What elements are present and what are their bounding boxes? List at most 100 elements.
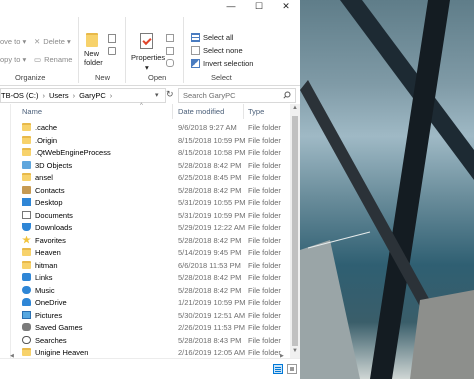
easy-access-icon[interactable] — [108, 47, 116, 55]
breadcrumb-drive[interactable]: TB-OS (C:) — [1, 91, 39, 100]
file-type: File folder — [248, 298, 281, 307]
scrollbar-thumb[interactable] — [292, 116, 298, 346]
column-header-date[interactable]: Date modified — [178, 107, 224, 116]
file-row[interactable]: Searches 5/28/2018 8:43 PM File folder — [10, 334, 290, 347]
scroll-down-icon[interactable]: ▼ — [292, 348, 298, 354]
favorites-icon — [22, 235, 31, 244]
move-to-button[interactable]: ove to ▾ — [0, 37, 26, 46]
rename-icon: ▭ — [34, 55, 42, 64]
new-folder-button[interactable]: New folder — [84, 49, 103, 67]
close-button[interactable]: ✕ — [272, 0, 300, 13]
group-divider — [78, 17, 79, 83]
address-history-chevron-icon[interactable]: ▾ — [155, 91, 159, 99]
file-date: 9/6/2018 9:27 AM — [178, 123, 237, 132]
chevron-right-icon[interactable]: › — [73, 91, 76, 100]
select-all-label: Select all — [203, 33, 234, 42]
column-divider[interactable] — [243, 104, 244, 119]
scroll-up-icon[interactable]: ▲ — [292, 105, 298, 111]
file-row[interactable]: hitman 6/6/2018 11:53 PM File folder — [10, 259, 290, 272]
file-row[interactable]: Saved Games 2/26/2019 11:53 PM File folder — [10, 321, 290, 334]
file-name: Desktop — [35, 198, 63, 207]
edit-icon[interactable] — [166, 47, 174, 55]
column-divider[interactable] — [172, 104, 173, 119]
file-row[interactable]: ansel 6/25/2018 8:45 PM File folder — [10, 171, 290, 184]
breadcrumb-users[interactable]: Users — [49, 91, 69, 100]
file-row[interactable]: Downloads 5/29/2019 12:22 AM File folder — [10, 221, 290, 234]
details-view-icon[interactable] — [273, 364, 283, 374]
file-explorer-window: — ☐ ✕ ove to ▾ opy to ▾ ✕ Delete ▾ ▭ Ren… — [0, 0, 300, 379]
file-date: 5/14/2019 9:45 PM — [178, 248, 242, 257]
open-icon[interactable] — [166, 34, 174, 42]
ribbon: ove to ▾ opy to ▾ ✕ Delete ▾ ▭ Rename Or… — [0, 13, 300, 86]
file-row[interactable]: Contacts 5/28/2018 8:42 PM File folder — [10, 184, 290, 197]
file-row[interactable]: Favorites 5/28/2018 8:42 PM File folder — [10, 234, 290, 247]
contacts-icon — [22, 185, 31, 194]
column-header-type[interactable]: Type — [248, 107, 264, 116]
search-input[interactable]: Search GaryPC — [178, 88, 296, 103]
file-row[interactable]: Music 5/28/2018 8:42 PM File folder — [10, 284, 290, 297]
file-row[interactable]: Heaven 5/14/2019 9:45 PM File folder — [10, 246, 290, 259]
links-icon — [22, 273, 31, 281]
file-name: .Origin — [35, 135, 58, 145]
rename-button[interactable]: ▭ Rename — [34, 55, 72, 64]
file-row[interactable]: .Origin 8/15/2018 10:59 PM File folder — [10, 134, 290, 147]
chevron-down-icon: ▾ — [66, 37, 71, 46]
searches-icon — [22, 335, 31, 344]
maximize-button[interactable]: ☐ — [245, 0, 273, 13]
breadcrumb-garypc[interactable]: GaryPC — [79, 91, 106, 100]
file-name: Favorites — [35, 235, 66, 245]
file-name: hitman — [35, 260, 58, 270]
file-type: File folder — [248, 123, 281, 132]
chevron-down-icon[interactable]: ▾ — [145, 63, 149, 72]
new-item-icon[interactable] — [108, 34, 116, 43]
file-row[interactable]: Links 5/28/2018 8:42 PM File folder — [10, 271, 290, 284]
address-bar[interactable]: TB-OS (C:) › Users › GaryPC › — [0, 88, 166, 103]
file-row[interactable]: 3D Objects 5/28/2018 8:42 PM File folder — [10, 159, 290, 172]
file-row[interactable]: .QtWebEngineProcess 8/15/2018 10:58 PM Fil… — [10, 146, 290, 159]
group-divider — [183, 17, 184, 83]
chevron-right-icon[interactable]: › — [43, 91, 46, 100]
file-date: 1/21/2019 10:59 PM — [178, 298, 246, 307]
file-row[interactable]: Desktop 5/31/2019 10:55 PM File folder — [10, 196, 290, 209]
file-type: File folder — [248, 310, 281, 320]
select-none-button[interactable]: Select none — [191, 46, 243, 55]
file-type: File folder — [248, 273, 281, 282]
file-type: File folder — [248, 248, 281, 257]
chevron-right-icon[interactable]: › — [110, 91, 113, 100]
file-row[interactable]: Pictures 5/30/2019 12:51 AM File folder — [10, 309, 290, 322]
invert-selection-button[interactable]: Invert selection — [191, 59, 253, 68]
select-all-button[interactable]: Select all — [191, 33, 233, 42]
minimize-button[interactable]: — — [217, 0, 245, 13]
select-none-label: Select none — [203, 46, 243, 55]
invert-selection-label: Invert selection — [203, 59, 254, 68]
downloads-icon — [22, 223, 31, 231]
refresh-icon[interactable]: ↻ — [166, 89, 174, 100]
chevron-down-icon: ▾ — [22, 37, 27, 46]
large-icons-view-icon[interactable] — [287, 364, 297, 374]
vertical-scrollbar[interactable]: ▲ ▼ — [290, 104, 300, 358]
file-type: File folder — [248, 285, 281, 295]
file-row[interactable]: Documents 5/31/2019 10:59 PM File folder — [10, 209, 290, 222]
copy-to-button[interactable]: opy to ▾ — [0, 55, 26, 64]
title-bar: — ☐ ✕ — [0, 0, 300, 13]
file-name: 3D Objects — [35, 160, 73, 170]
file-name: .cache — [35, 123, 58, 132]
music-icon — [22, 285, 31, 294]
invert-selection-icon — [191, 59, 200, 68]
history-icon[interactable] — [166, 59, 174, 67]
properties-button[interactable]: Properties — [131, 53, 165, 62]
file-row[interactable]: OneDrive 1/21/2019 10:59 PM File folder — [10, 296, 290, 309]
organize-group-label: Organize — [15, 73, 46, 82]
file-type: File folder — [248, 173, 281, 182]
file-date: 6/25/2018 8:45 PM — [178, 173, 242, 182]
file-row[interactable]: .cache 9/6/2018 9:27 AM File folder — [10, 121, 290, 134]
select-all-icon — [191, 33, 200, 42]
column-header-name[interactable]: Name — [22, 107, 42, 116]
file-type: File folder — [248, 335, 281, 345]
file-name: Pictures — [35, 310, 63, 320]
file-date: 5/28/2018 8:42 PM — [178, 235, 242, 245]
file-date: 5/28/2018 8:42 PM — [178, 285, 242, 295]
file-name: Searches — [35, 335, 67, 345]
file-name: OneDrive — [35, 298, 67, 307]
delete-button[interactable]: ✕ Delete ▾ — [34, 37, 71, 46]
